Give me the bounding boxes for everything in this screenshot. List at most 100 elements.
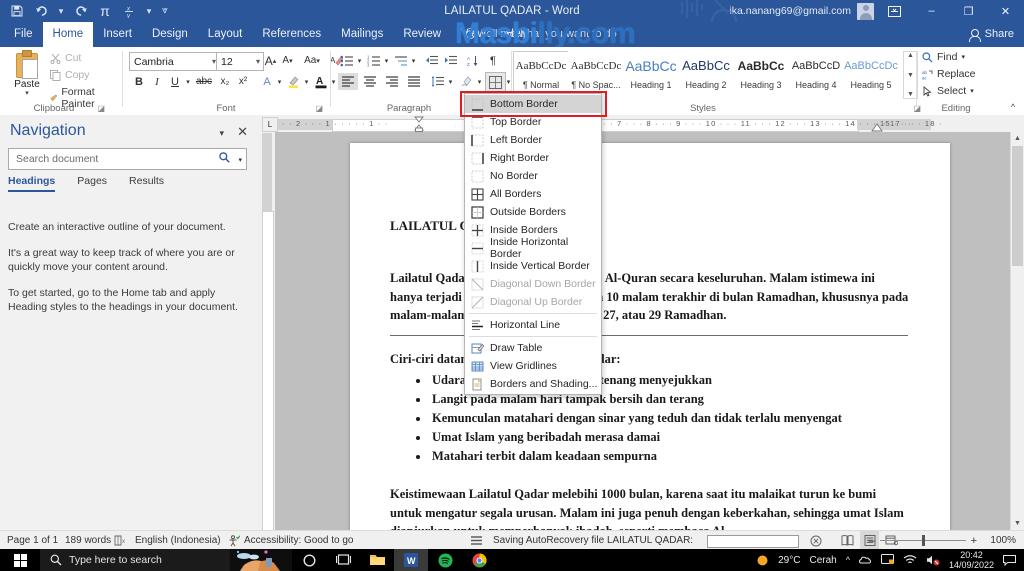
screen-icon[interactable]	[880, 554, 894, 566]
menu-item-bottom-border[interactable]: Bottom Border	[465, 95, 601, 113]
undo-icon[interactable]	[30, 1, 52, 21]
undo-dropdown-icon[interactable]: ▾	[54, 1, 68, 21]
word-icon[interactable]: W	[394, 549, 428, 571]
text-effects-dropdown-icon[interactable]: ▾	[275, 73, 284, 90]
font-color-icon[interactable]: A	[312, 73, 330, 90]
windows-start-icon[interactable]	[0, 549, 40, 571]
justify-icon[interactable]	[404, 73, 424, 90]
tab-layout[interactable]: Layout	[198, 22, 253, 47]
status-page[interactable]: Page 1 of 1	[7, 531, 58, 550]
task-view-icon[interactable]	[326, 549, 360, 571]
search-input-wrapper[interactable]: ▾	[8, 148, 247, 170]
menu-item-left-border[interactable]: Left Border	[465, 131, 601, 149]
menu-item-inside-horizontal-border[interactable]: Inside Horizontal Border	[465, 236, 601, 260]
tab-review[interactable]: Review	[393, 22, 451, 47]
search-icon[interactable]	[219, 152, 230, 163]
zoom-thumb[interactable]	[921, 535, 925, 546]
autorecovery-cancel-icon[interactable]	[810, 531, 822, 550]
account-area[interactable]: ika.nanang69@gmail.com	[729, 0, 874, 22]
paste-button[interactable]: Paste ▾	[6, 50, 48, 97]
sun-weather-icon[interactable]	[756, 554, 769, 567]
borders-dropdown-menu[interactable]: Bottom Border Top Border Left Border Rig…	[464, 93, 602, 395]
menu-item-all-borders[interactable]: All Borders	[465, 185, 601, 203]
vertical-ruler[interactable]	[258, 132, 275, 533]
increase-indent-icon[interactable]	[442, 52, 460, 69]
wifi-icon[interactable]	[903, 554, 917, 566]
font-name-combobox[interactable]: Cambria ▾	[129, 52, 220, 71]
style-heading-2[interactable]: AaBbCc Heading 2	[678, 51, 734, 99]
menu-item-draw-table[interactable]: Draw Table	[465, 339, 601, 357]
menu-item-horizontal-line[interactable]: Horizontal Line	[465, 316, 601, 334]
tab-insert[interactable]: Insert	[93, 22, 142, 47]
align-left-icon[interactable]	[338, 73, 358, 90]
decrease-indent-icon[interactable]	[423, 52, 441, 69]
tab-file[interactable]: File	[4, 22, 43, 47]
customize-qat-icon[interactable]: ⩔	[158, 1, 172, 21]
menu-item-view-gridlines[interactable]: View Gridlines	[465, 357, 601, 375]
search-input[interactable]	[14, 149, 213, 169]
status-proofing[interactable]: x	[114, 531, 127, 550]
find-button[interactable]: Find ▾	[922, 51, 965, 63]
scrollbar-thumb[interactable]	[1012, 146, 1023, 266]
select-dropdown-icon[interactable]: ▾	[970, 87, 974, 95]
tab-stop-selector[interactable]: L	[262, 117, 278, 132]
navigation-options-icon[interactable]: ▾	[219, 128, 224, 139]
shrink-font-button[interactable]: A ▾	[279, 52, 296, 69]
numbering-dropdown-icon[interactable]: ▾	[382, 52, 391, 69]
numbering-icon[interactable]: 123	[365, 52, 383, 69]
zoom-out-button[interactable]: –	[863, 535, 879, 547]
font-size-combobox[interactable]: 12 ▾	[216, 52, 264, 71]
tab-home[interactable]: Home	[42, 22, 94, 47]
redo-icon[interactable]	[70, 1, 92, 21]
ribbon-display-options-icon[interactable]	[876, 0, 913, 22]
notification-icon[interactable]	[1003, 554, 1016, 566]
font-dialog-launcher[interactable]: ◪	[315, 104, 323, 113]
chrome-icon[interactable]	[462, 549, 496, 571]
find-dropdown-icon[interactable]: ▾	[961, 53, 965, 61]
fraction-dropdown-icon[interactable]: ▾	[142, 1, 156, 21]
bullets-icon[interactable]	[338, 52, 356, 69]
cortana-icon[interactable]	[292, 549, 326, 571]
menu-item-inside-vertical-border[interactable]: Inside Vertical Border	[465, 257, 601, 275]
navigation-close-icon[interactable]: ✕	[237, 124, 248, 140]
fraction-icon[interactable]: xy	[118, 1, 140, 21]
style-heading-5[interactable]: AaBbCcDc Heading 5	[843, 51, 899, 99]
copy-button[interactable]: Copy	[50, 69, 90, 81]
strikethrough-button[interactable]: abc	[193, 73, 215, 90]
share-button[interactable]: Share	[968, 22, 1014, 47]
multilevel-dropdown-icon[interactable]: ▾	[409, 52, 418, 69]
grow-font-button[interactable]: A ▴	[262, 52, 279, 69]
zoom-level-label[interactable]: 100%	[990, 531, 1016, 550]
menu-item-no-border[interactable]: No Border	[465, 167, 601, 185]
replace-button[interactable]: ab ac Replace	[922, 68, 976, 80]
zoom-in-button[interactable]: +	[966, 535, 982, 547]
file-explorer-icon[interactable]	[360, 549, 394, 571]
taskbar-search[interactable]: Type here to search	[40, 549, 240, 571]
weather-widget[interactable]	[230, 549, 292, 571]
style-heading-4[interactable]: AaBbCcD Heading 4	[788, 51, 844, 99]
tray-weather-desc[interactable]: Cerah	[809, 555, 836, 566]
status-language[interactable]: English (Indonesia)	[135, 531, 221, 550]
scroll-up-icon[interactable]: ▲	[907, 52, 914, 59]
spotify-icon[interactable]	[428, 549, 462, 571]
cut-button[interactable]: Cut	[50, 52, 81, 64]
shading-dropdown-icon[interactable]: ▾	[475, 73, 484, 90]
tray-expand-chevron-icon[interactable]: ^	[846, 555, 850, 565]
highlight-dropdown-icon[interactable]: ▾	[302, 73, 311, 90]
close-button[interactable]: ✕	[987, 0, 1024, 22]
view-read-mode-icon[interactable]	[838, 531, 857, 550]
menu-item-top-border[interactable]: Top Border	[465, 113, 601, 131]
search-options-chevron-icon[interactable]: ▾	[238, 156, 242, 164]
document-area[interactable]: LAILATUL QADAR Lailatul Qadar adalah mal…	[275, 132, 1024, 530]
tray-clock[interactable]: 20:42 14/09/2022	[949, 550, 994, 570]
tab-design[interactable]: Design	[142, 22, 198, 47]
align-center-icon[interactable]	[360, 73, 380, 90]
underline-button[interactable]: U	[166, 73, 184, 90]
scroll-up-icon[interactable]: ▲	[1011, 132, 1024, 145]
zoom-track[interactable]	[879, 535, 966, 546]
minimize-button[interactable]: –	[913, 0, 950, 22]
document-page[interactable]: LAILATUL QADAR Lailatul Qadar adalah mal…	[350, 143, 950, 530]
chevron-down-icon[interactable]: ▾	[256, 57, 260, 66]
italic-button[interactable]: I	[148, 73, 166, 90]
style-normal[interactable]: AaBbCcDc ¶ Normal	[513, 51, 569, 99]
